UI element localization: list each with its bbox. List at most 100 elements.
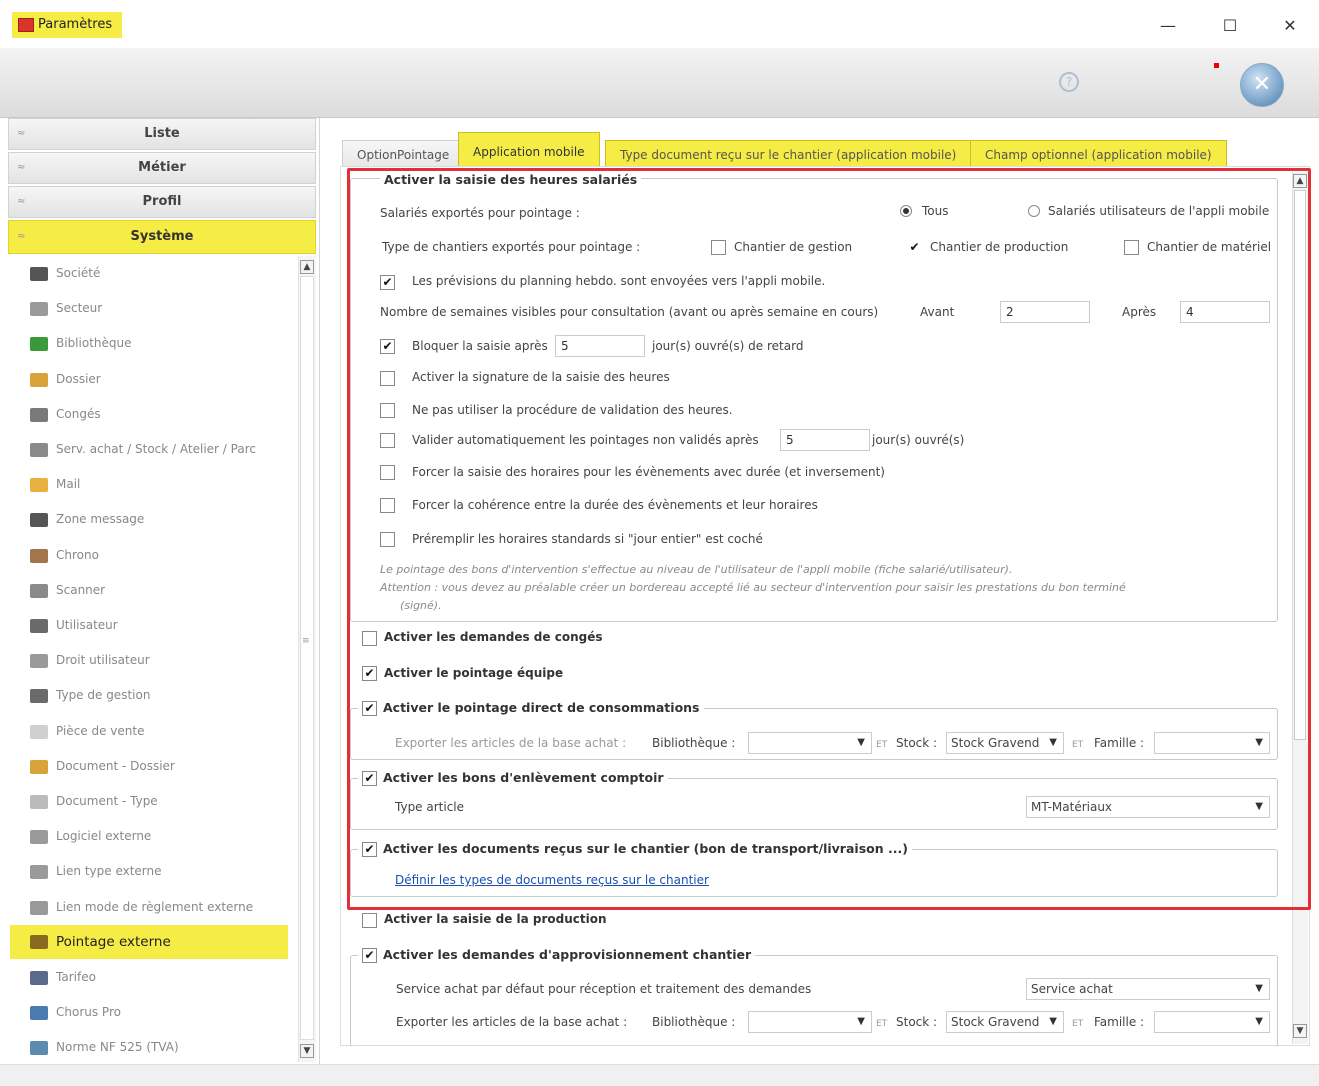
sidebar-item[interactable]: Bibliothèque [30, 326, 288, 360]
conso-exporter-label: Exporter les articles de la base achat : [395, 736, 627, 750]
radio-tous[interactable] [900, 205, 912, 217]
tab-application-mobile[interactable]: Application mobile [458, 132, 600, 168]
sidebar-item[interactable]: Tarifeo [30, 960, 288, 994]
valider-auto-input[interactable]: 5 [780, 429, 870, 451]
note-pointage: Le pointage des bons d'intervention s'ef… [380, 563, 1013, 576]
scroll-down-icon[interactable]: ▼ [300, 1044, 314, 1058]
sidebar-item-icon [30, 970, 48, 985]
content-scroll-up-icon[interactable]: ▲ [1293, 174, 1307, 188]
radio-utilisateurs[interactable] [1028, 205, 1040, 217]
chantier-gestion-checkbox[interactable] [711, 240, 726, 255]
signature-checkbox[interactable] [380, 371, 395, 386]
sidebar-section-metier[interactable]: ≈ Métier [8, 152, 316, 184]
definir-types-link[interactable]: Définir les types de documents reçus sur… [395, 873, 709, 887]
enlevement-checkbox[interactable]: ✔ [362, 771, 377, 786]
appro-famille-select[interactable]: ▼ [1154, 1011, 1270, 1033]
sidebar-item[interactable]: Pièce de vente [30, 714, 288, 748]
bloquer-label: Bloquer la saisie après [412, 339, 548, 353]
sidebar-item[interactable]: Type de gestion [30, 678, 288, 712]
conso-biblio-select[interactable]: ▼ [748, 732, 872, 754]
sidebar-item-icon [30, 935, 48, 949]
sidebar-item[interactable]: Zone message [30, 502, 288, 536]
select-value: Service achat [1031, 982, 1113, 996]
sidebar-item[interactable]: Pointage externe [10, 925, 288, 959]
type-article-select[interactable]: MT-Matériaux ▼ [1026, 796, 1270, 818]
documents-legend-text: Activer les documents reçus sur le chant… [383, 841, 908, 856]
conso-stock-select[interactable]: Stock Gravend ▼ [946, 732, 1064, 754]
chevron-down-icon: ▼ [1255, 1016, 1263, 1027]
sidebar-item[interactable]: Logiciel externe [30, 819, 288, 853]
conso-stock-label: Stock : [896, 736, 938, 750]
sidebar-item[interactable]: Norme NF 525 (TVA) [30, 1030, 288, 1064]
sidebar-item[interactable]: Lien type externe [30, 854, 288, 888]
sidebar-scroll-thumb[interactable] [300, 276, 314, 1040]
tab-optionpointage[interactable]: OptionPointage [342, 140, 465, 168]
appro-exporter-label: Exporter les articles de la base achat : [396, 1015, 628, 1029]
avant-input[interactable]: 2 [1000, 301, 1090, 323]
sidebar-item-icon [30, 477, 48, 492]
sidebar-item[interactable]: Secteur [30, 291, 288, 325]
sidebar-item[interactable]: Document - Type [30, 784, 288, 818]
sidebar-item-icon [30, 301, 48, 316]
sidebar-item[interactable]: Lien mode de règlement externe [30, 890, 288, 924]
tab-champ-optionnel[interactable]: Champ optionnel (application mobile) [970, 140, 1227, 168]
conges-checkbox[interactable] [362, 631, 377, 646]
appro-biblio-select[interactable]: ▼ [748, 1011, 872, 1033]
sidebar-item[interactable]: Chrono [30, 538, 288, 572]
preremplir-checkbox[interactable] [380, 532, 395, 547]
conso-famille-select[interactable]: ▼ [1154, 732, 1270, 754]
sidebar-item[interactable]: Utilisateur [30, 608, 288, 642]
forcer-coherence-checkbox[interactable] [380, 498, 395, 513]
bloquer-input[interactable]: 5 [555, 335, 645, 357]
sidebar-item[interactable]: Mail [30, 467, 288, 501]
chantier-production-checkbox[interactable]: ✔ [907, 240, 922, 255]
sidebar-item[interactable]: Dossier [30, 362, 288, 396]
approvisionnement-checkbox[interactable]: ✔ [362, 948, 377, 963]
sidebar-item[interactable]: Chorus Pro [30, 995, 288, 1029]
previsions-checkbox[interactable]: ✔ [380, 275, 395, 290]
forcer-saisie-checkbox[interactable] [380, 465, 395, 480]
close-icon[interactable]: ✕ [1240, 63, 1284, 107]
chantier-materiel-checkbox[interactable] [1124, 240, 1139, 255]
sidebar-item[interactable]: Document - Dossier [30, 749, 288, 783]
nb-semaines-label: Nombre de semaines visibles pour consult… [380, 305, 879, 319]
production-checkbox[interactable] [362, 913, 377, 928]
pointage-equipe-label: Activer le pointage équipe [384, 666, 564, 680]
close-window-button[interactable]: ✕ [1270, 12, 1310, 40]
sidebar-item[interactable]: Serv. achat / Stock / Atelier / Parc [30, 432, 288, 466]
scroll-up-icon[interactable]: ▲ [300, 260, 314, 274]
sidebar-item-icon [30, 1005, 48, 1020]
sidebar-item[interactable]: Société [30, 256, 288, 290]
ne-pas-valider-checkbox[interactable] [380, 403, 395, 418]
apres-input[interactable]: 4 [1180, 301, 1270, 323]
minimize-button[interactable]: — [1148, 12, 1188, 40]
help-icon[interactable]: ? [1059, 72, 1079, 92]
legend-documents: ✔ Activer les documents reçus sur le chan… [358, 841, 912, 857]
content-scroll-down-icon[interactable]: ▼ [1293, 1024, 1307, 1038]
notification-dot [1214, 63, 1219, 68]
sidebar-item[interactable]: Scanner [30, 573, 288, 607]
sidebar-item-label: Utilisateur [56, 618, 118, 632]
maximize-button[interactable]: ☐ [1210, 12, 1250, 40]
service-achat-select[interactable]: Service achat ▼ [1026, 978, 1270, 1000]
fieldset-approvisionnement [350, 955, 1278, 1047]
sidebar-item[interactable]: Droit utilisateur [30, 643, 288, 677]
appro-stock-select[interactable]: Stock Gravend ▼ [946, 1011, 1064, 1033]
sidebar-section-systeme[interactable]: ≈ Système [8, 220, 316, 254]
sidebar-item[interactable]: Congés [30, 397, 288, 431]
sidebar-item-icon [30, 583, 48, 598]
content-scroll-thumb[interactable] [1294, 190, 1306, 740]
valider-auto-checkbox[interactable] [380, 433, 395, 448]
sidebar-section-liste[interactable]: ≈ Liste [8, 118, 316, 150]
sidebar-section-profil[interactable]: ≈ Profil [8, 186, 316, 218]
select-value: Stock Gravend [951, 1015, 1040, 1029]
sidebar-item-icon [30, 864, 48, 879]
sidebar-item-icon [30, 548, 48, 563]
bloquer-checkbox[interactable]: ✔ [380, 339, 395, 354]
documents-checkbox[interactable]: ✔ [362, 842, 377, 857]
sidebar-item-label: Document - Type [56, 794, 158, 808]
pointage-equipe-checkbox[interactable]: ✔ [362, 666, 377, 681]
tab-type-document[interactable]: Type document reçu sur le chantier (appl… [605, 140, 972, 168]
consommations-checkbox[interactable]: ✔ [362, 701, 377, 716]
sidebar-item-label: Société [56, 266, 101, 280]
